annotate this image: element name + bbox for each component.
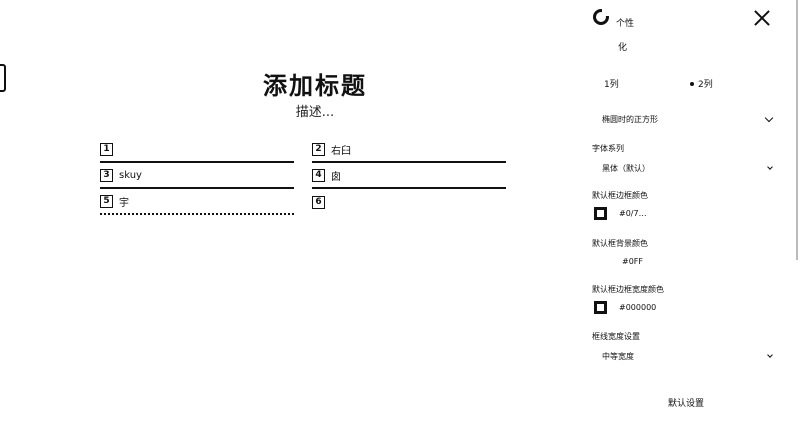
chevron-down-icon: [767, 352, 773, 358]
item-number: 4: [312, 168, 325, 182]
page-description[interactable]: 描述...: [0, 101, 630, 120]
border-color-value[interactable]: #0FF: [622, 257, 643, 266]
radio-selected-icon: [690, 81, 694, 86]
select-value: 中等宽度: [602, 352, 634, 361]
panel-scrollbar[interactable]: [796, 0, 798, 260]
item-number: 2: [312, 142, 325, 156]
item-text: 宇: [119, 197, 129, 209]
item-text: 囱: [331, 171, 341, 183]
font-family-select[interactable]: 黑体（默认）: [602, 163, 773, 174]
border-width-label: 框线宽度设置: [592, 332, 640, 341]
panel-title: 个性: [616, 19, 635, 29]
text-color-label: 默认框边框颜色: [592, 191, 648, 200]
reset-defaults-button[interactable]: 默认设置: [668, 396, 704, 409]
item-text: 右臼: [331, 145, 351, 157]
page-title[interactable]: 添加标题: [0, 66, 630, 101]
border-color-label: 默认框背景颜色: [592, 239, 648, 248]
radio-label: 2列: [698, 80, 713, 90]
close-icon[interactable]: [752, 8, 772, 28]
panel-title-continued: 化: [618, 43, 628, 53]
grid-item-5[interactable]: 5 宇: [100, 189, 294, 215]
grid-item-3[interactable]: 3 skuy: [100, 163, 294, 189]
border-width-select[interactable]: 中等宽度: [602, 351, 773, 362]
radio-label: 1列: [604, 80, 619, 90]
color-value: #000000: [619, 303, 657, 312]
chevron-down-icon: [764, 113, 774, 123]
item-number: 6: [312, 195, 325, 209]
radio-one-column[interactable]: 1列: [604, 77, 619, 90]
font-family-label: 字体系列: [592, 144, 624, 153]
bg-color-label: 默认框边框宽度颜色: [592, 285, 664, 294]
item-text: skuy: [119, 169, 142, 181]
numbered-grid: 1 2 右臼 3 skuy 4 囱 5 宇 6: [100, 137, 506, 215]
grid-item-2[interactable]: 2 右臼: [312, 137, 506, 163]
item-number: 1: [100, 142, 113, 156]
item-number: 5: [100, 194, 113, 208]
text-color-picker[interactable]: #0/7…: [594, 207, 647, 220]
grid-item-6[interactable]: 6: [312, 189, 506, 215]
radio-two-column[interactable]: 2列: [690, 77, 713, 90]
logo-icon: [593, 9, 609, 25]
settings-panel: 个性 化 1列 2列 椭圆时的正方形 字体系列 黑体（默认） 默认框边框颜色 #…: [584, 0, 800, 435]
select-value: 椭圆时的正方形: [602, 115, 658, 124]
color-value: #0/7…: [619, 209, 647, 218]
item-number: 3: [100, 168, 113, 182]
grid-item-4[interactable]: 4 囱: [312, 163, 506, 189]
color-swatch[interactable]: [594, 301, 607, 314]
layout-select[interactable]: 椭圆时的正方形: [602, 113, 774, 125]
grid-item-1[interactable]: 1: [100, 137, 294, 163]
bg-color-picker[interactable]: #000000: [594, 301, 656, 314]
select-value: 黑体（默认）: [602, 164, 650, 173]
chevron-down-icon: [767, 164, 773, 170]
color-swatch[interactable]: [594, 207, 607, 220]
